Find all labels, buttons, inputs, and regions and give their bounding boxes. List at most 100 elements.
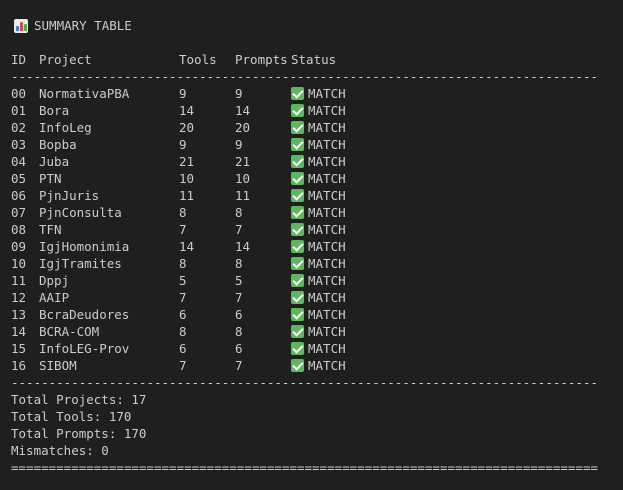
row-status-text: MATCH (308, 358, 346, 373)
row-status: MATCH (291, 221, 346, 238)
row-tools: 7 (179, 358, 187, 373)
row-id: 01 (11, 103, 27, 118)
bar-chart-icon (14, 18, 28, 33)
row-tools: 14 (179, 239, 195, 254)
header-separator: ----------------------------------------… (11, 69, 598, 84)
check-mark-icon (291, 257, 304, 270)
table-row: 05 PTN 10 10 MATCH (11, 170, 611, 187)
row-status: MATCH (291, 136, 346, 153)
check-mark-icon (291, 104, 304, 117)
row-status: MATCH (291, 170, 346, 187)
row-project: NormativaPBA (39, 86, 130, 101)
row-prompts: 7 (235, 222, 243, 237)
row-tools: 9 (179, 86, 187, 101)
check-mark-icon (291, 138, 304, 151)
row-project: IgjHomonimia (39, 239, 130, 254)
row-project: PTN (39, 171, 62, 186)
row-prompts: 11 (235, 188, 251, 203)
row-project: AAIP (39, 290, 70, 305)
row-tools: 7 (179, 222, 187, 237)
row-id: 16 (11, 358, 27, 373)
row-status: MATCH (291, 85, 346, 102)
table-row: 00 NormativaPBA 9 9 MATCH (11, 85, 611, 102)
row-status: MATCH (291, 102, 346, 119)
row-project: BCRA-COM (39, 324, 100, 339)
table-row: 10 IgjTramites 8 8 MATCH (11, 255, 611, 272)
check-mark-icon (291, 342, 304, 355)
row-tools: 5 (179, 273, 187, 288)
row-status: MATCH (291, 153, 346, 170)
row-status: MATCH (291, 289, 346, 306)
header-project: Project (39, 52, 92, 67)
row-tools: 11 (179, 188, 195, 203)
row-tools: 21 (179, 154, 195, 169)
row-id: 14 (11, 324, 27, 339)
check-mark-icon (291, 325, 304, 338)
row-prompts: 10 (235, 171, 251, 186)
row-status: MATCH (291, 357, 346, 374)
mismatches-count: Mismatches: 0 (11, 443, 109, 458)
row-status-text: MATCH (308, 256, 346, 271)
final-separator: ========================================… (11, 460, 598, 475)
row-project: PjnConsulta (39, 205, 122, 220)
row-project: Bopba (39, 137, 77, 152)
row-status: MATCH (291, 306, 346, 323)
row-prompts: 5 (235, 273, 243, 288)
row-id: 12 (11, 290, 27, 305)
table-row: 15 InfoLEG-Prov 6 6 MATCH (11, 340, 611, 357)
row-id: 07 (11, 205, 27, 220)
row-status: MATCH (291, 187, 346, 204)
row-status-text: MATCH (308, 154, 346, 169)
row-project: SIBOM (39, 358, 77, 373)
row-project: Dppj (39, 273, 70, 288)
row-status-text: MATCH (308, 222, 346, 237)
row-id: 03 (11, 137, 27, 152)
row-status-text: MATCH (308, 205, 346, 220)
row-status-text: MATCH (308, 290, 346, 305)
check-mark-icon (291, 274, 304, 287)
row-prompts: 20 (235, 120, 251, 135)
row-prompts: 6 (235, 307, 243, 322)
row-tools: 7 (179, 290, 187, 305)
table-row: 07 PjnConsulta 8 8 MATCH (11, 204, 611, 221)
row-status-text: MATCH (308, 171, 346, 186)
row-id: 10 (11, 256, 27, 271)
check-mark-icon (291, 172, 304, 185)
row-prompts: 6 (235, 341, 243, 356)
row-prompts: 9 (235, 137, 243, 152)
row-tools: 20 (179, 120, 195, 135)
row-project: BcraDeudores (39, 307, 130, 322)
row-status: MATCH (291, 340, 346, 357)
row-tools: 6 (179, 341, 187, 356)
check-mark-icon (291, 121, 304, 134)
row-project: InfoLeg (39, 120, 92, 135)
table-row: 11 Dppj 5 5 MATCH (11, 272, 611, 289)
row-status: MATCH (291, 238, 346, 255)
check-mark-icon (291, 240, 304, 253)
summary-title: SUMMARY TABLE (11, 17, 132, 34)
terminal-output: SUMMARY TABLE ID Project Tools Prompts S… (0, 0, 623, 490)
row-tools: 14 (179, 103, 195, 118)
row-status: MATCH (291, 272, 346, 289)
row-tools: 6 (179, 307, 187, 322)
row-prompts: 14 (235, 103, 251, 118)
row-project: InfoLEG-Prov (39, 341, 130, 356)
row-id: 04 (11, 154, 27, 169)
row-id: 06 (11, 188, 27, 203)
table-row: 12 AAIP 7 7 MATCH (11, 289, 611, 306)
row-status: MATCH (291, 119, 346, 136)
row-prompts: 8 (235, 205, 243, 220)
total-projects: Total Projects: 17 (11, 392, 147, 407)
row-prompts: 9 (235, 86, 243, 101)
row-tools: 8 (179, 205, 187, 220)
row-prompts: 7 (235, 290, 243, 305)
check-mark-icon (291, 206, 304, 219)
row-tools: 9 (179, 137, 187, 152)
table-row: 09 IgjHomonimia 14 14 MATCH (11, 238, 611, 255)
check-mark-icon (291, 189, 304, 202)
row-status-text: MATCH (308, 239, 346, 254)
row-id: 05 (11, 171, 27, 186)
check-mark-icon (291, 291, 304, 304)
row-project: Bora (39, 103, 70, 118)
row-tools: 8 (179, 256, 187, 271)
